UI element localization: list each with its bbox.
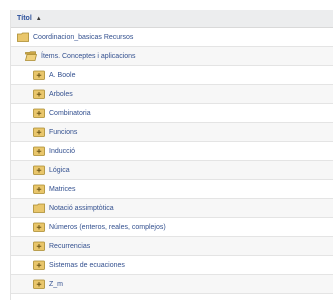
tree-row-induccio[interactable]: Inducció: [11, 142, 333, 161]
tree-row-label[interactable]: Sistemas de ecuaciones: [49, 262, 125, 269]
tree-row-numeros[interactable]: Números (enteros, reales, complejos): [11, 218, 333, 237]
tree-row-logica[interactable]: Lógica: [11, 161, 333, 180]
tree-row-coordinacion[interactable]: Coordinacion_basicas Recursos: [11, 28, 333, 47]
tree-row-label[interactable]: Lógica: [49, 167, 70, 174]
tree-row-arboles[interactable]: Arboles: [11, 85, 333, 104]
title-column-label[interactable]: Títol: [17, 15, 32, 22]
folder-icon[interactable]: [33, 203, 45, 213]
tree-row-label[interactable]: Recurrencias: [49, 243, 90, 250]
folder-plus-icon[interactable]: [33, 260, 45, 270]
folder-plus-icon[interactable]: [33, 146, 45, 156]
folder-plus-icon[interactable]: [33, 241, 45, 251]
tree-row-label[interactable]: Ítems. Conceptes i aplicacions: [41, 53, 136, 60]
folder-icon[interactable]: [17, 32, 29, 42]
folder-plus-icon[interactable]: [33, 165, 45, 175]
tree-row-a-boole[interactable]: A. Boole: [11, 66, 333, 85]
tree-row-label[interactable]: Inducció: [49, 148, 75, 155]
tree-row-notacio[interactable]: Notació assimptòtica: [11, 199, 333, 218]
sort-ascending-icon[interactable]: ▲: [36, 16, 42, 22]
folder-open-icon[interactable]: [25, 51, 37, 61]
folder-plus-icon[interactable]: [33, 127, 45, 137]
tree-row-label[interactable]: A. Boole: [49, 72, 75, 79]
folder-plus-icon[interactable]: [33, 108, 45, 118]
tree-row-label[interactable]: Coordinacion_basicas Recursos: [33, 34, 133, 41]
tree-row-label[interactable]: Notació assimptòtica: [49, 205, 114, 212]
tree-row-matrices[interactable]: Matrices: [11, 180, 333, 199]
tree-row-label[interactable]: Matrices: [49, 186, 75, 193]
tree-row-label[interactable]: Funcions: [49, 129, 77, 136]
tree-row-combinatoria[interactable]: Combinatoria: [11, 104, 333, 123]
tree-row-zm[interactable]: Z_m: [11, 275, 333, 294]
tree-row-funcions[interactable]: Funcions: [11, 123, 333, 142]
folder-plus-icon[interactable]: [33, 70, 45, 80]
folder-plus-icon[interactable]: [33, 222, 45, 232]
resource-tree-table: Títol ▲ Coordinacion_basicas Recursos Ít…: [10, 10, 333, 300]
title-column-header[interactable]: Títol ▲: [11, 10, 333, 28]
folder-plus-icon[interactable]: [33, 184, 45, 194]
tree-row-sistemas[interactable]: Sistemas de ecuaciones: [11, 256, 333, 275]
tree-row-items[interactable]: Ítems. Conceptes i aplicacions: [11, 47, 333, 66]
tree-row-label[interactable]: Números (enteros, reales, complejos): [49, 224, 166, 231]
tree-row-label[interactable]: Z_m: [49, 281, 63, 288]
folder-plus-icon[interactable]: [33, 279, 45, 289]
tree-row-label[interactable]: Arboles: [49, 91, 73, 98]
tree-row-recurrencias[interactable]: Recurrencias: [11, 237, 333, 256]
folder-plus-icon[interactable]: [33, 89, 45, 99]
tree-row-label[interactable]: Combinatoria: [49, 110, 91, 117]
